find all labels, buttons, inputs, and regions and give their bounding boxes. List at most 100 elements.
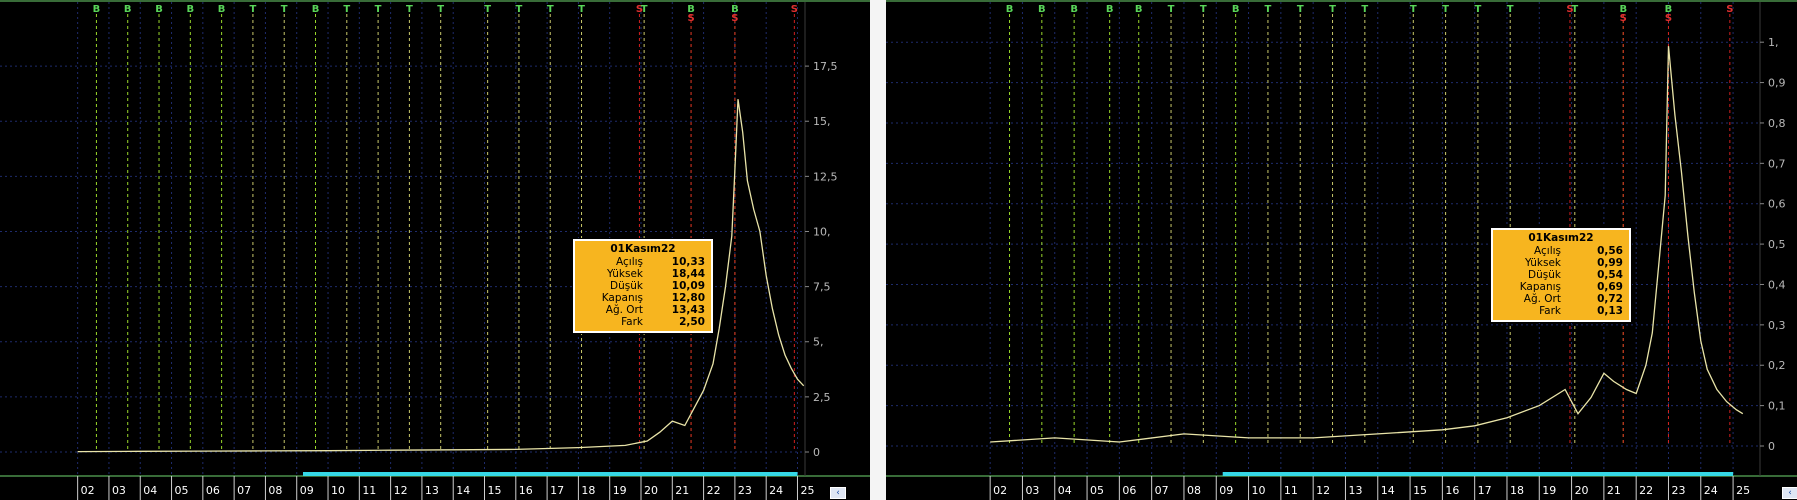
x-tick-label: 04 bbox=[143, 484, 157, 497]
x-tick-label: 06 bbox=[1122, 484, 1136, 497]
signal-label: T bbox=[1474, 4, 1481, 15]
x-tick-label: 03 bbox=[112, 484, 126, 497]
x-tick-label: 09 bbox=[1219, 484, 1233, 497]
signal-label: T bbox=[1265, 4, 1272, 15]
signal-label: T bbox=[375, 4, 382, 15]
signal-label: B bbox=[312, 4, 320, 15]
signal-label: T bbox=[281, 4, 288, 15]
x-tick-label: 08 bbox=[268, 484, 282, 497]
tooltip-date: 01Kasım22 bbox=[610, 243, 676, 255]
panel-divider bbox=[870, 0, 886, 500]
tooltip-label-close: Kapanış bbox=[601, 292, 643, 304]
x-tick-label: 17 bbox=[550, 484, 564, 497]
x-tick-label: 11 bbox=[1284, 484, 1298, 497]
x-tick-label: 07 bbox=[237, 484, 251, 497]
signal-label: S bbox=[687, 13, 694, 24]
signal-label: T bbox=[343, 4, 350, 15]
x-tick-label: 06 bbox=[206, 484, 220, 497]
x-tick-label: 05 bbox=[1090, 484, 1104, 497]
y-tick-label: 0,2 bbox=[1768, 359, 1786, 372]
y-tick-label: 10, bbox=[813, 225, 831, 238]
y-tick-label: 0,8 bbox=[1768, 117, 1786, 130]
x-tick-label: 22 bbox=[707, 484, 721, 497]
tooltip-label-diff: Fark bbox=[1539, 305, 1561, 317]
signal-label: S bbox=[1620, 13, 1627, 24]
x-tick-label: 04 bbox=[1058, 484, 1072, 497]
tooltip-label-close: Kapanış bbox=[1519, 281, 1561, 293]
x-tick-label: 03 bbox=[1025, 484, 1039, 497]
y-tick-label: 0,6 bbox=[1768, 198, 1786, 211]
signal-label: T bbox=[249, 4, 256, 15]
chevron-left-icon[interactable]: ‹ bbox=[1782, 487, 1797, 499]
tooltip-value-low: 10,09 bbox=[671, 280, 705, 292]
x-tick-label: 16 bbox=[1445, 484, 1459, 497]
y-tick-label: 0,4 bbox=[1768, 278, 1786, 291]
signal-label: B bbox=[187, 4, 195, 15]
tooltip-label-low: Düşük bbox=[1528, 269, 1561, 281]
signal-label: B bbox=[93, 4, 101, 15]
tooltip-label-diff: Fark bbox=[621, 316, 643, 328]
signal-label: T bbox=[641, 4, 648, 15]
tooltip-label-high: Yüksek bbox=[607, 268, 643, 280]
x-tick-label: 22 bbox=[1639, 484, 1653, 497]
x-tick-label: 19 bbox=[613, 484, 627, 497]
x-tick-label: 23 bbox=[1671, 484, 1685, 497]
x-tick-label: 23 bbox=[738, 484, 752, 497]
signal-label: T bbox=[437, 4, 444, 15]
tooltip-date: 01Kasım22 bbox=[1528, 232, 1594, 244]
x-tick-label: 25 bbox=[800, 484, 814, 497]
tooltip-label-low: Düşük bbox=[610, 280, 643, 292]
y-tick-label: 5, bbox=[813, 336, 824, 349]
signal-label: T bbox=[1297, 4, 1304, 15]
tooltip-label-open: Açılış bbox=[1534, 245, 1561, 257]
y-tick-label: 0,5 bbox=[1768, 238, 1786, 251]
chevron-left-icon[interactable]: ‹ bbox=[830, 487, 846, 499]
signal-label: S bbox=[791, 4, 798, 15]
tooltip-value-high: 18,44 bbox=[671, 268, 705, 280]
x-tick-label: 18 bbox=[581, 484, 595, 497]
signal-label: B bbox=[124, 4, 132, 15]
signal-label: S bbox=[731, 13, 738, 24]
y-tick-label: 0,9 bbox=[1768, 77, 1786, 90]
x-tick-label: 11 bbox=[362, 484, 376, 497]
signal-label: B bbox=[1135, 4, 1143, 15]
right-price-chart[interactable]: 0 0,1 0,2 0,3 0,4 0,5 0,6 0,7 0,8 0,9 1, 02 03 04 05 06… bbox=[886, 0, 1797, 500]
x-tick-label: 14 bbox=[456, 484, 470, 497]
y-tick-label: 17,5 bbox=[813, 60, 838, 73]
signal-label: T bbox=[1361, 4, 1368, 15]
left-price-tooltip: 01Kasım22 Açılış 10,33 Yüksek 18,44 Düşük 1… bbox=[573, 239, 713, 333]
signal-label: T bbox=[484, 4, 491, 15]
tooltip-value-high: 0,99 bbox=[1597, 257, 1623, 269]
signal-label: S bbox=[1665, 13, 1672, 24]
tooltip-label-high: Yüksek bbox=[1525, 257, 1561, 269]
x-tick-label: 13 bbox=[1348, 484, 1362, 497]
signal-label: B bbox=[1038, 4, 1046, 15]
tooltip-value-close: 12,80 bbox=[671, 292, 705, 304]
x-tick-label: 09 bbox=[300, 484, 314, 497]
x-tick-label: 14 bbox=[1381, 484, 1395, 497]
x-tick-label: 02 bbox=[993, 484, 1007, 497]
y-tick-label: 0,1 bbox=[1768, 400, 1786, 413]
signal-label: T bbox=[1200, 4, 1207, 15]
x-tick-label: 21 bbox=[1607, 484, 1621, 497]
x-tick-label: 12 bbox=[394, 484, 408, 497]
tooltip-value-low: 0,54 bbox=[1597, 269, 1623, 281]
signal-label: B bbox=[1070, 4, 1078, 15]
y-tick-label: 0,3 bbox=[1768, 319, 1786, 332]
x-tick-label: 02 bbox=[81, 484, 95, 497]
x-tick-label: 16 bbox=[519, 484, 533, 497]
x-tick-label: 12 bbox=[1316, 484, 1330, 497]
signal-label: T bbox=[547, 4, 554, 15]
x-tick-label: 15 bbox=[1413, 484, 1427, 497]
left-price-chart[interactable]: 0 2,5 5, 7,5 10, 12,5 15, 17,5 02 03 04 05 06 07 08 09 1… bbox=[0, 0, 870, 500]
x-tick-label: 13 bbox=[425, 484, 439, 497]
tooltip-value-wavg: 0,72 bbox=[1597, 293, 1623, 305]
signal-label: T bbox=[1329, 4, 1336, 15]
y-tick-label: 2,5 bbox=[813, 391, 831, 404]
tooltip-value-open: 0,56 bbox=[1597, 245, 1623, 257]
signal-label: T bbox=[516, 4, 523, 15]
left-chart-panel[interactable]: 0 2,5 5, 7,5 10, 12,5 15, 17,5 02 03 04 05 06 07 08 09 1… bbox=[0, 0, 870, 500]
x-tick-label: 05 bbox=[175, 484, 189, 497]
right-chart-panel[interactable]: 0 0,1 0,2 0,3 0,4 0,5 0,6 0,7 0,8 0,9 1, 02 03 04 05 06… bbox=[886, 0, 1797, 500]
y-tick-label: 1, bbox=[1768, 36, 1779, 49]
